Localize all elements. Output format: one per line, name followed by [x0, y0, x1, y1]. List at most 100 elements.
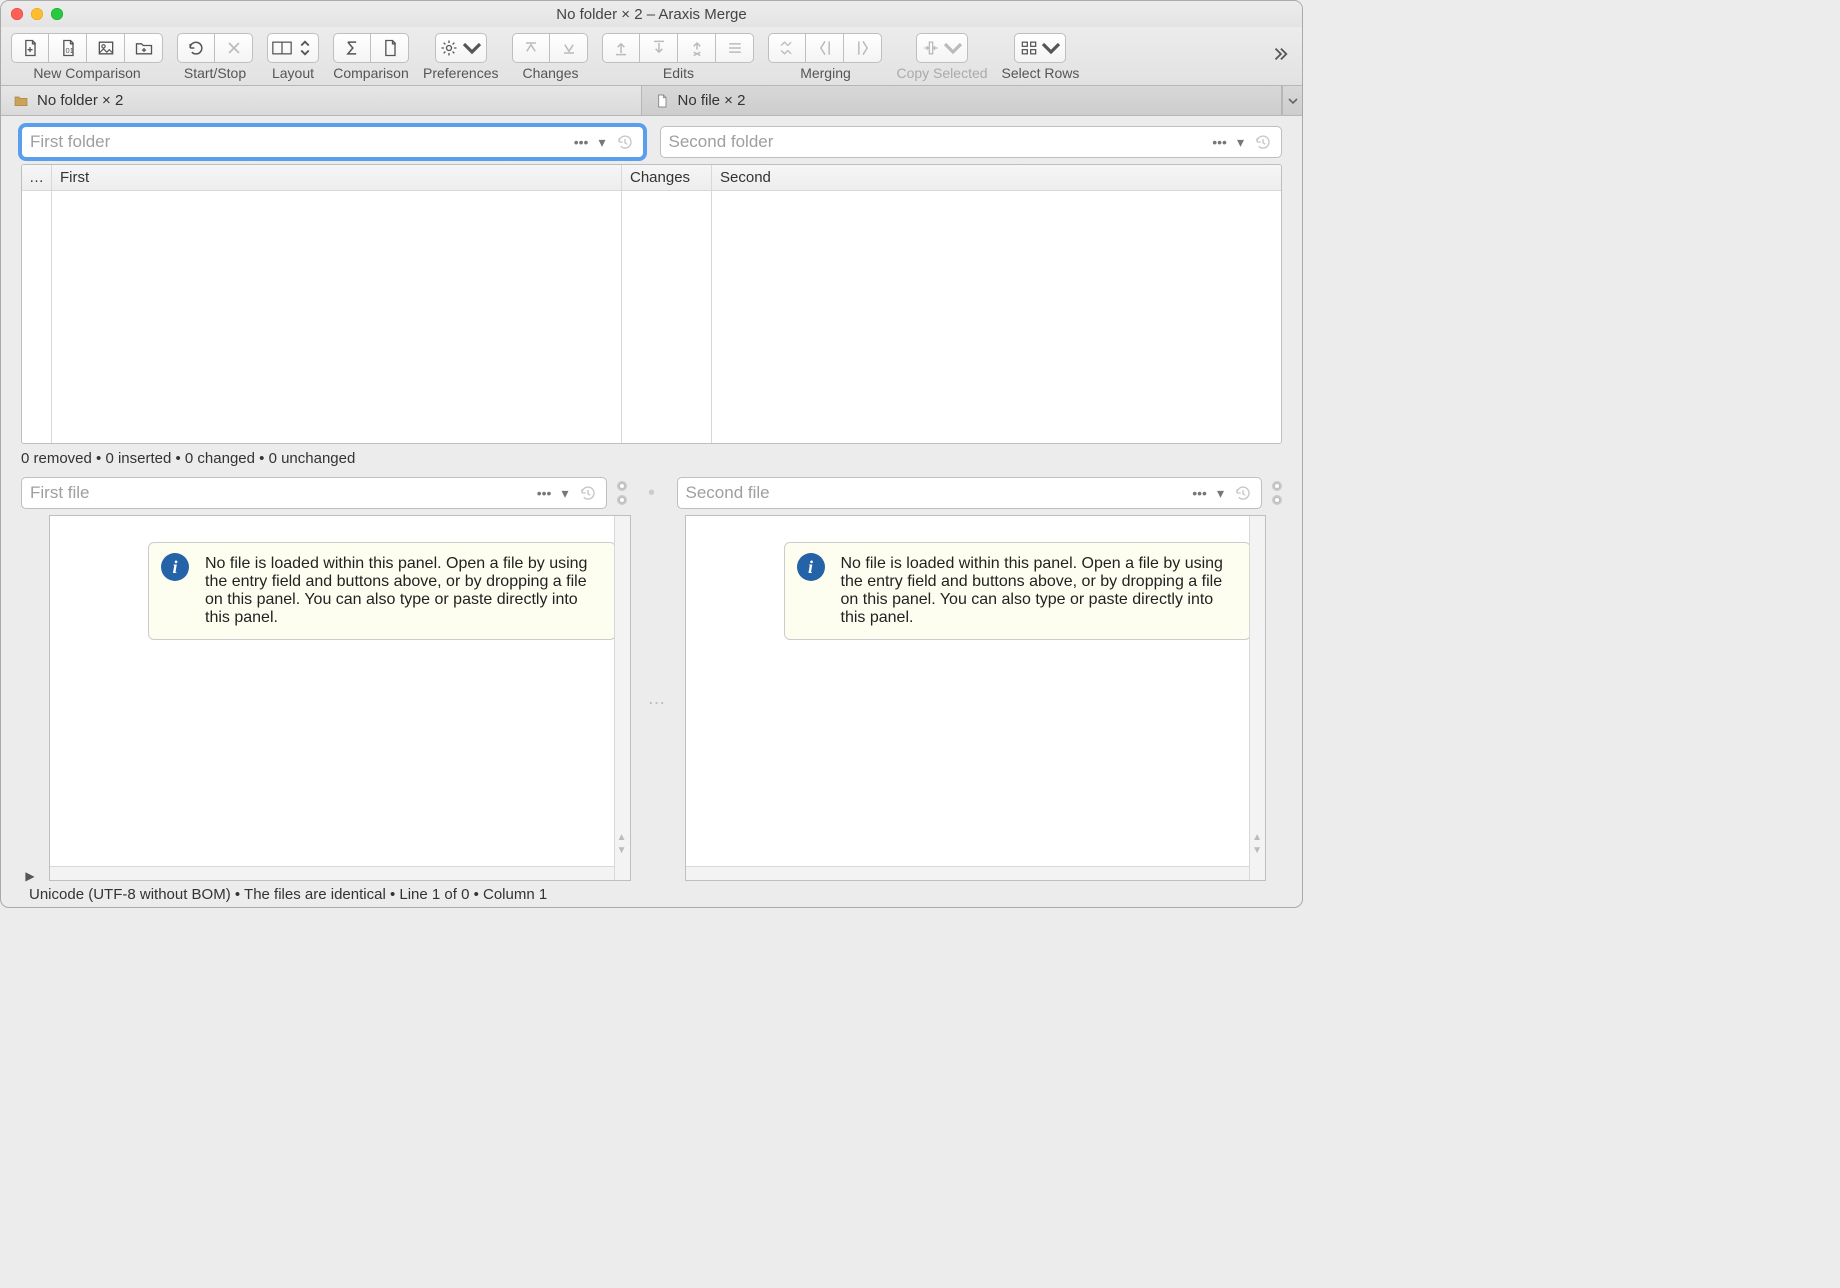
toolbar-group-new-comparison: 01 New Comparison [11, 33, 163, 81]
toolbar-group-comparison: Comparison [333, 33, 409, 81]
folder-table-body[interactable] [22, 191, 1281, 443]
comparison-sigma-button[interactable] [333, 33, 371, 63]
new-binary-compare-button[interactable]: 01 [49, 33, 87, 63]
first-file-markers [617, 481, 627, 505]
first-folder-dropdown-button[interactable]: ▾ [595, 134, 608, 151]
tab-folder-label: No folder × 2 [37, 92, 123, 109]
file-sync-indicator: • [637, 489, 667, 497]
tab-list-dropdown[interactable] [1282, 86, 1302, 115]
first-file-info-text: No file is loaded within this panel. Ope… [205, 555, 587, 626]
second-file-dropdown-button[interactable]: ▾ [1214, 485, 1227, 502]
edit-list-button[interactable] [716, 33, 754, 63]
first-folder-browse-button[interactable]: ••• [571, 134, 592, 150]
merge-left-icon [815, 38, 835, 58]
titlebar: No folder × 2 – Araxis Merge [1, 1, 1302, 27]
second-folder-dropdown-button[interactable]: ▾ [1234, 134, 1247, 151]
info-icon: i [797, 553, 825, 581]
first-panel-vscroll[interactable] [614, 516, 630, 880]
toolbar-label-start-stop: Start/Stop [184, 65, 246, 81]
content-area: First folder ••• ▾ Second folder ••• ▾ [1, 116, 1302, 907]
toolbar-group-preferences: Preferences [423, 33, 498, 81]
chevron-down-icon [1041, 38, 1061, 58]
close-x-icon [224, 38, 244, 58]
second-file-panel[interactable]: i No file is loaded within this panel. O… [685, 515, 1267, 881]
window-zoom-button[interactable] [51, 8, 63, 20]
second-folder-input[interactable]: Second folder ••• ▾ [660, 126, 1283, 158]
stop-button[interactable] [215, 33, 253, 63]
first-file-history-button[interactable] [576, 484, 600, 502]
expand-handle-icon[interactable]: ▶ [25, 869, 34, 883]
sigma-icon [342, 38, 362, 58]
column-header-status[interactable]: … [22, 165, 52, 190]
first-file-panel[interactable]: i No file is loaded within this panel. O… [49, 515, 631, 881]
second-folder-browse-button[interactable]: ••• [1209, 134, 1230, 150]
file-binary-icon: 01 [58, 38, 78, 58]
column-header-second[interactable]: Second [712, 165, 1281, 190]
tab-folder-compare[interactable]: No folder × 2 [1, 86, 642, 115]
first-folder-placeholder: First folder [30, 132, 110, 152]
toolbar-group-edits: Edits [602, 33, 754, 81]
prev-change-button[interactable] [512, 33, 550, 63]
comparison-report-button[interactable] [371, 33, 409, 63]
history-icon [579, 484, 597, 502]
second-panel-nav[interactable]: ▲ ▼ [1252, 832, 1262, 856]
merge-right-button[interactable] [844, 33, 882, 63]
first-folder-input[interactable]: First folder ••• ▾ [21, 126, 644, 158]
toolbar-group-changes: Changes [512, 33, 588, 81]
next-change-icon [559, 38, 579, 58]
svg-text:01: 01 [65, 46, 73, 55]
copy-selected-button[interactable] [916, 33, 968, 63]
folder-plus-icon [134, 38, 154, 58]
toolbar-label-copy-selected: Copy Selected [896, 65, 987, 81]
layout-button[interactable] [267, 33, 319, 63]
column-header-first[interactable]: First [52, 165, 622, 190]
first-folder-history-button[interactable] [613, 133, 637, 151]
second-panel-hscroll[interactable] [686, 866, 1250, 880]
history-icon [1234, 484, 1252, 502]
edit-move-down-button[interactable] [640, 33, 678, 63]
column-header-changes[interactable]: Changes [622, 165, 712, 190]
start-recompare-button[interactable] [177, 33, 215, 63]
toolbar-group-copy-selected: Copy Selected [896, 33, 987, 81]
second-file-browse-button[interactable]: ••• [1189, 485, 1210, 501]
new-text-compare-button[interactable] [11, 33, 49, 63]
preferences-button[interactable] [435, 33, 487, 63]
merge-swap-icon [777, 38, 797, 58]
nav-down-icon: ▼ [1252, 845, 1262, 856]
select-rows-icon [1019, 38, 1039, 58]
toolbar-label-edits: Edits [663, 65, 694, 81]
merge-swap-button[interactable] [768, 33, 806, 63]
tab-file-compare[interactable]: No file × 2 [642, 86, 1283, 115]
folder-status-text: 0 removed • 0 inserted • 0 changed • 0 u… [21, 444, 1282, 477]
chevron-down-icon [1288, 96, 1298, 106]
window-close-button[interactable] [11, 8, 23, 20]
gear-icon [439, 38, 459, 58]
merge-left-button[interactable] [806, 33, 844, 63]
toolbar-overflow-button[interactable] [1268, 45, 1292, 69]
first-file-input[interactable]: First file ••• ▾ [21, 477, 607, 509]
split-layout-icon [272, 38, 292, 58]
first-panel-nav[interactable]: ▲ ▼ [617, 832, 627, 856]
select-rows-button[interactable] [1014, 33, 1066, 63]
window-minimize-button[interactable] [31, 8, 43, 20]
arrow-cross-icon [687, 38, 707, 58]
arrow-down-line-icon [649, 38, 669, 58]
edit-move-up-button[interactable] [602, 33, 640, 63]
nav-up-icon: ▲ [617, 832, 627, 843]
toolbar-label-layout: Layout [272, 65, 314, 81]
edit-delete-button[interactable] [678, 33, 716, 63]
history-icon [616, 133, 634, 151]
toolbar: 01 New Comparison Start/Stop [1, 27, 1302, 86]
first-file-browse-button[interactable]: ••• [534, 485, 555, 501]
first-file-dropdown-button[interactable]: ▾ [558, 485, 571, 502]
new-image-compare-button[interactable] [87, 33, 125, 63]
new-folder-compare-button[interactable] [125, 33, 163, 63]
second-folder-history-button[interactable] [1251, 133, 1275, 151]
arrow-up-line-icon [611, 38, 631, 58]
first-panel-hscroll[interactable] [50, 866, 614, 880]
second-file-history-button[interactable] [1231, 484, 1255, 502]
second-file-input[interactable]: Second file ••• ▾ [677, 477, 1263, 509]
second-panel-vscroll[interactable] [1249, 516, 1265, 880]
next-change-button[interactable] [550, 33, 588, 63]
toolbar-label-select-rows: Select Rows [1002, 65, 1080, 81]
